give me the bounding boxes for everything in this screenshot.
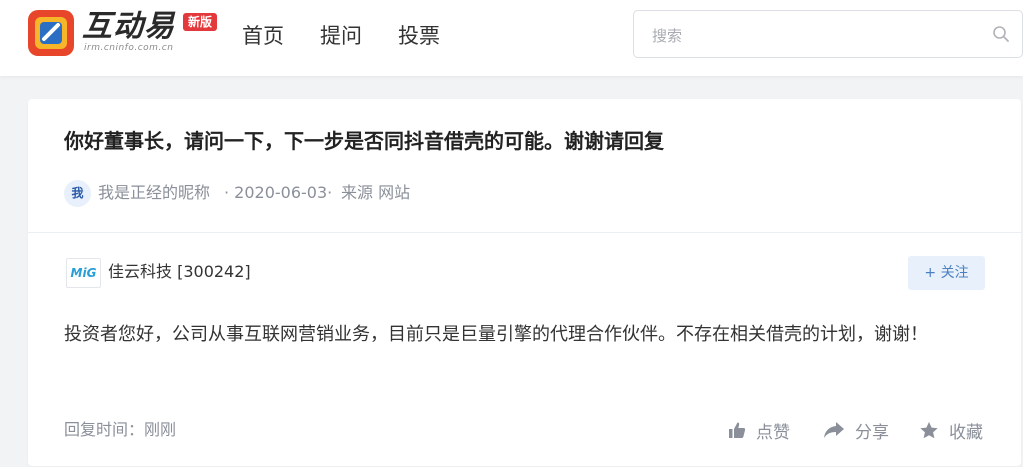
company-name[interactable]: 佳云科技 [300242]	[108, 261, 251, 283]
divider	[28, 232, 1021, 233]
nav-vote[interactable]: 投票	[398, 22, 440, 50]
reply-time: 回复时间：刚刚	[64, 420, 177, 439]
qa-card: 你好董事长，请问一下，下一步是否同抖音借壳的可能。谢谢请回复 我 我是正经的昵称…	[28, 99, 1021, 466]
answer-text: 投资者您好，公司从事互联网营销业务，目前只是巨量引擎的代理合作伙伴。不存在相关借…	[64, 324, 928, 345]
asker-name[interactable]: 我是正经的昵称	[98, 182, 210, 204]
follow-button[interactable]: + 关注	[908, 256, 985, 290]
search-placeholder: 搜索	[652, 27, 683, 45]
company-logo[interactable]: MiG	[66, 258, 101, 288]
new-version-badge: 新版	[183, 13, 218, 31]
question-source: 来源 网站	[341, 183, 411, 202]
nav-ask[interactable]: 提问	[320, 22, 362, 50]
thumbs-up-icon	[729, 422, 746, 438]
like-label: 点赞	[756, 422, 790, 443]
top-header: 互动易 irm.cninfo.com.cn 新版 首页 提问 投票 搜索	[0, 0, 1023, 76]
brand-url: irm.cninfo.com.cn	[84, 43, 174, 53]
search-input[interactable]: 搜索	[633, 10, 1023, 58]
avatar: 我	[64, 180, 91, 207]
star-icon	[920, 421, 938, 438]
question-title[interactable]: 你好董事长，请问一下，下一步是否同抖音借壳的可能。谢谢请回复	[64, 127, 664, 155]
nav-home[interactable]: 首页	[242, 22, 284, 50]
search-icon[interactable]	[992, 25, 1010, 47]
brand-name[interactable]: 互动易	[82, 12, 175, 42]
favorite-button[interactable]: 收藏	[919, 418, 983, 443]
question-date: · 2020-06-03·	[224, 183, 333, 202]
share-label: 分享	[855, 422, 889, 443]
like-button[interactable]: 点赞	[728, 418, 790, 443]
share-icon	[824, 422, 844, 438]
logo-icon[interactable]	[27, 9, 75, 57]
share-button[interactable]: 分享	[823, 418, 889, 443]
favorite-label: 收藏	[949, 422, 983, 443]
